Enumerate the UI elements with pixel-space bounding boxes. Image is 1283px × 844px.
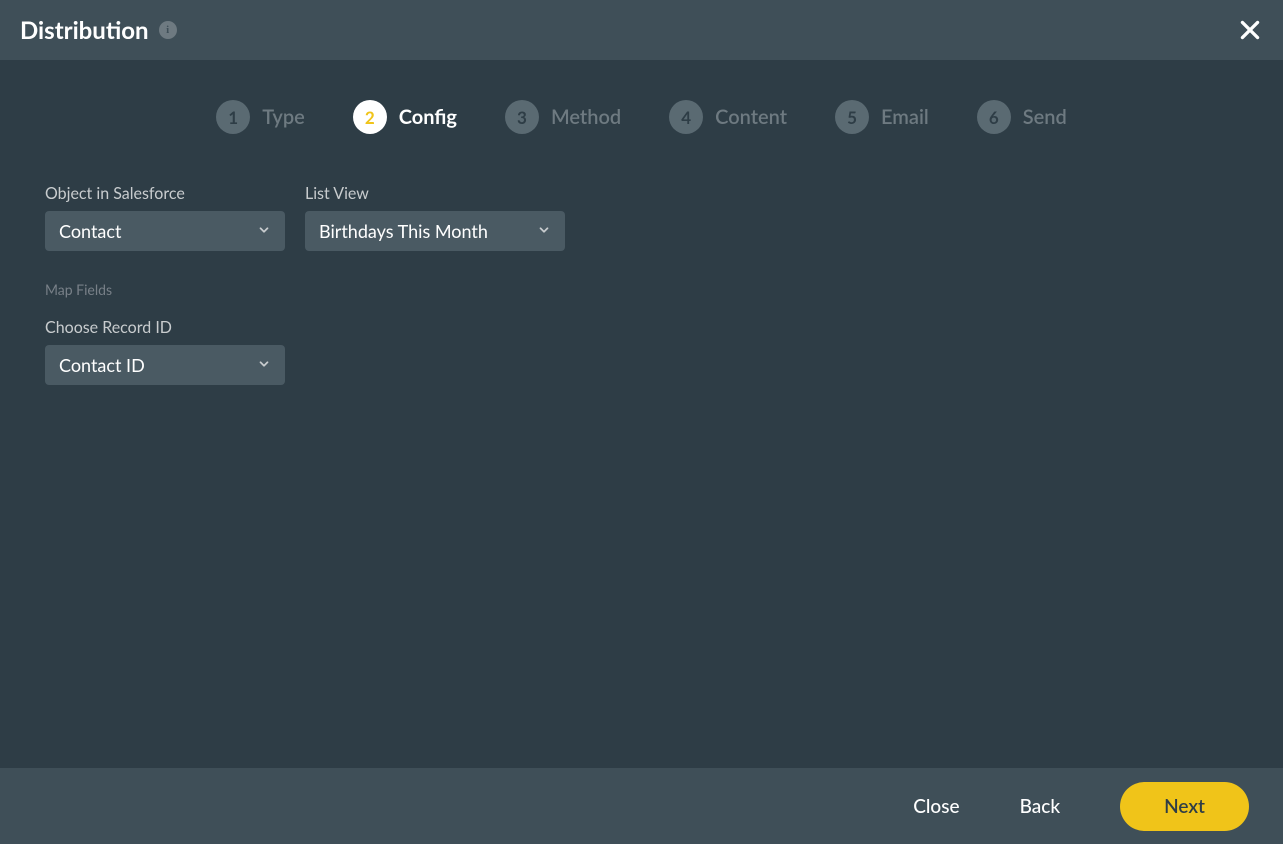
form-row-bottom: Choose Record ID Contact ID [45, 318, 1238, 385]
step-type[interactable]: 1 Type [216, 100, 305, 134]
step-number: 1 [216, 100, 250, 134]
modal-title: Distribution [20, 16, 149, 45]
recordid-group: Choose Record ID Contact ID [45, 318, 285, 385]
wizard-stepper: 1 Type 2 Config 3 Method 4 Content 5 Ema… [0, 60, 1283, 184]
recordid-label: Choose Record ID [45, 318, 285, 337]
step-method[interactable]: 3 Method [505, 100, 621, 134]
object-group: Object in Salesforce Contact [45, 184, 285, 251]
recordid-select[interactable]: Contact ID [45, 345, 285, 385]
next-button[interactable]: Next [1120, 782, 1249, 831]
step-number: 2 [353, 100, 387, 134]
listview-value: Birthdays This Month [319, 220, 488, 242]
object-select[interactable]: Contact [45, 211, 285, 251]
step-email[interactable]: 5 Email [835, 100, 929, 134]
step-label: Content [715, 105, 787, 129]
back-button[interactable]: Back [1020, 795, 1061, 818]
listview-group: List View Birthdays This Month [305, 184, 565, 251]
modal-header: Distribution i [0, 0, 1283, 60]
form-row-top: Object in Salesforce Contact List View B… [45, 184, 1238, 251]
step-number: 3 [505, 100, 539, 134]
info-icon[interactable]: i [159, 21, 177, 39]
step-label: Method [551, 105, 621, 129]
close-icon[interactable] [1237, 17, 1263, 43]
recordid-value: Contact ID [59, 354, 145, 376]
chevron-down-icon [257, 356, 271, 375]
chevron-down-icon [537, 222, 551, 241]
step-label: Send [1023, 105, 1067, 129]
step-content[interactable]: 4 Content [669, 100, 787, 134]
modal-footer: Close Back Next [0, 768, 1283, 844]
map-fields-label: Map Fields [45, 281, 1238, 298]
chevron-down-icon [257, 222, 271, 241]
step-number: 5 [835, 100, 869, 134]
object-label: Object in Salesforce [45, 184, 285, 203]
object-value: Contact [59, 220, 121, 242]
config-form: Object in Salesforce Contact List View B… [0, 184, 1283, 385]
listview-label: List View [305, 184, 565, 203]
step-label: Type [262, 105, 305, 129]
step-label: Email [881, 105, 929, 129]
close-button[interactable]: Close [913, 795, 959, 818]
step-label: Config [399, 105, 457, 129]
step-send[interactable]: 6 Send [977, 100, 1067, 134]
step-number: 6 [977, 100, 1011, 134]
header-title-group: Distribution i [20, 16, 177, 45]
step-config[interactable]: 2 Config [353, 100, 457, 134]
listview-select[interactable]: Birthdays This Month [305, 211, 565, 251]
step-number: 4 [669, 100, 703, 134]
